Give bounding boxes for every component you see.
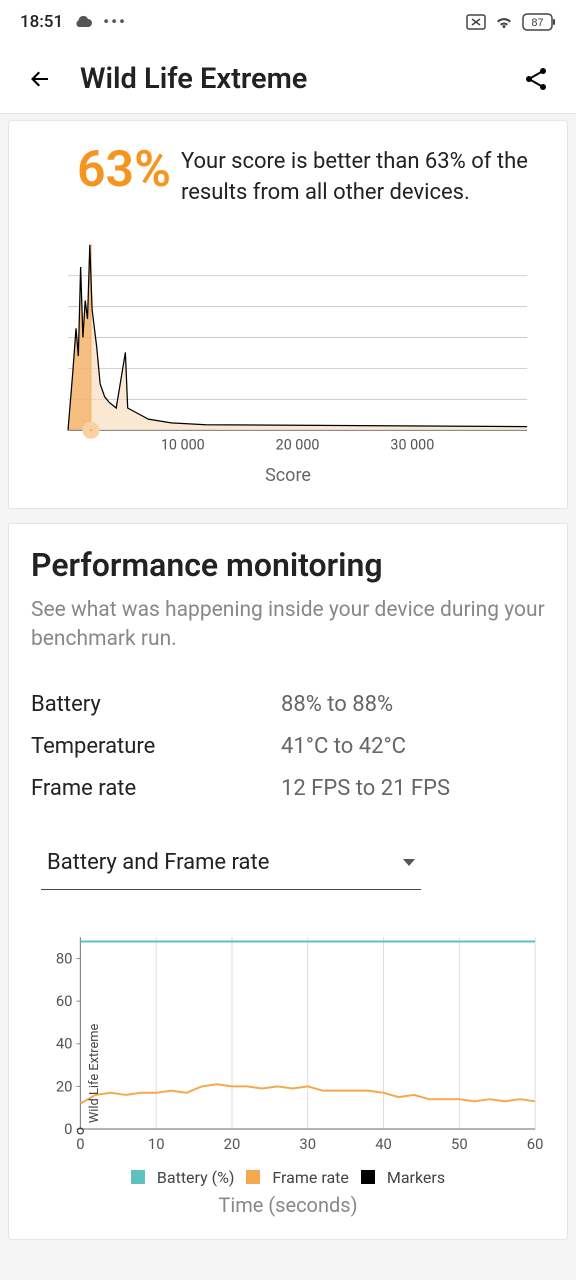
perf-value: 41°C to 42°C xyxy=(281,726,406,768)
legend-swatch-battery xyxy=(131,1170,145,1184)
chart-legend: Battery (%) Frame rate Markers xyxy=(31,1168,545,1187)
svg-text:30: 30 xyxy=(299,1135,316,1153)
distribution-xlabel: Score xyxy=(31,465,545,486)
perf-value: 88% to 88% xyxy=(281,684,393,726)
svg-text:40: 40 xyxy=(375,1135,392,1153)
perf-label: Frame rate xyxy=(31,768,281,810)
svg-text:10 000: 10 000 xyxy=(161,436,205,453)
status-left: 18:51 ••• xyxy=(20,12,127,32)
perf-row-framerate: Frame rate 12 FPS to 21 FPS xyxy=(31,768,545,810)
distribution-chart: 10 000 20 000 30 000 Score xyxy=(31,239,545,486)
page-title: Wild Life Extreme xyxy=(80,62,512,96)
legend-label: Frame rate xyxy=(272,1168,348,1187)
status-bar: 18:51 ••• 87 xyxy=(0,0,576,44)
svg-text:60: 60 xyxy=(527,1135,544,1153)
share-icon xyxy=(523,66,549,92)
svg-text:20 000: 20 000 xyxy=(276,436,320,453)
score-card: 63% Your score is better than 63% of the… xyxy=(8,120,568,509)
svg-text:20: 20 xyxy=(224,1135,241,1153)
svg-text:0: 0 xyxy=(64,1120,72,1138)
back-button[interactable] xyxy=(16,55,64,103)
svg-text:50: 50 xyxy=(451,1135,468,1153)
dropdown-label: Battery and Frame rate xyxy=(47,850,269,875)
svg-text:40: 40 xyxy=(56,1034,73,1052)
score-description: Your score is better than 63% of the res… xyxy=(181,143,545,209)
legend-swatch-markers xyxy=(361,1170,375,1184)
status-time: 18:51 xyxy=(20,12,63,32)
battery-icon: 87 xyxy=(522,13,556,31)
performance-title: Performance monitoring xyxy=(31,546,545,584)
perf-label: Temperature xyxy=(31,726,281,768)
legend-swatch-framerate xyxy=(246,1170,260,1184)
performance-card: Performance monitoring See what was happ… xyxy=(8,523,568,1240)
svg-text:80: 80 xyxy=(56,949,73,967)
svg-text:Wild Life Extreme: Wild Life Extreme xyxy=(87,1023,102,1123)
svg-text:20: 20 xyxy=(56,1077,73,1095)
performance-line-chart: 0204060800102030405060Wild Life Extreme … xyxy=(31,930,545,1217)
line-chart-xlabel: Time (seconds) xyxy=(31,1193,545,1217)
arrow-left-icon xyxy=(26,65,54,93)
more-icon: ••• xyxy=(103,12,127,32)
perf-label: Battery xyxy=(31,684,281,726)
svg-text:10: 10 xyxy=(148,1135,165,1153)
svg-text:87: 87 xyxy=(531,17,543,29)
svg-text:60: 60 xyxy=(56,992,73,1010)
perf-value: 12 FPS to 21 FPS xyxy=(281,768,450,810)
legend-label: Battery (%) xyxy=(157,1168,235,1187)
score-percent: 63% xyxy=(31,143,171,198)
svg-text:0: 0 xyxy=(76,1135,84,1153)
perf-row-temperature: Temperature 41°C to 42°C xyxy=(31,726,545,768)
perf-row-battery: Battery 88% to 88% xyxy=(31,684,545,726)
share-button[interactable] xyxy=(512,55,560,103)
legend-label: Markers xyxy=(387,1168,445,1187)
status-right: 87 xyxy=(466,13,556,31)
status-x-icon xyxy=(466,14,486,30)
app-header: Wild Life Extreme xyxy=(0,44,576,114)
wifi-icon xyxy=(494,14,514,30)
chevron-down-icon xyxy=(403,859,415,866)
performance-description: See what was happening inside your devic… xyxy=(31,596,545,655)
svg-text:30 000: 30 000 xyxy=(390,436,434,453)
chart-type-dropdown[interactable]: Battery and Frame rate xyxy=(41,840,421,890)
cloud-icon xyxy=(73,15,93,29)
